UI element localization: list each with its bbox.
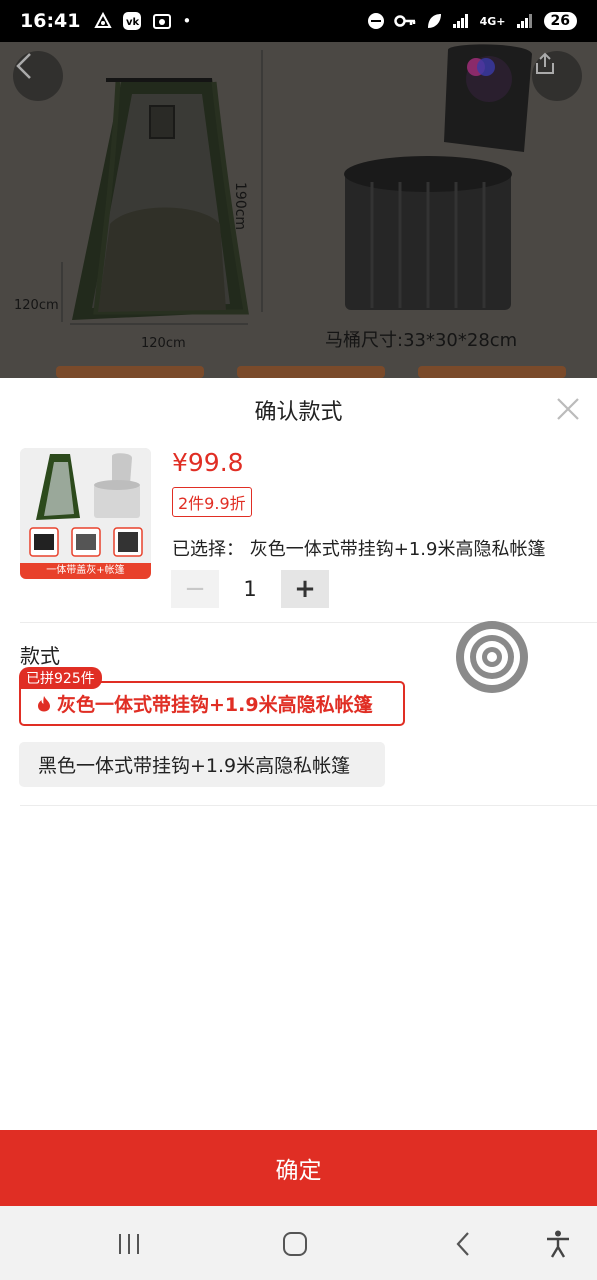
tent-width-label: 120cm [141,336,186,351]
floating-media-icon[interactable] [466,56,512,102]
style-option-gray[interactable]: 灰色一体式带挂钩+1.9米高隐私帐篷 已拼925件 [19,667,405,726]
selected-value: 灰色一体式带挂钩+1.9米高隐私帐篷 [249,539,546,560]
key-icon [393,15,415,27]
toilet-size-label: 马桶尺寸:33*30*28cm [325,330,518,351]
selected-label: 已选择： [172,539,244,560]
close-button[interactable] [552,393,584,425]
close-icon [557,398,579,420]
target-icon [456,621,528,693]
accessibility-icon [547,1230,569,1258]
selected-style-text: 已选择： 灰色一体式带挂钩+1.9米高隐私帐篷 [172,535,545,561]
tent-depth-label: 120cm [14,298,59,313]
signal-roaming-icon [516,14,532,28]
nav-back-button[interactable] [445,1226,481,1262]
style-option-black[interactable]: 黑色一体式带挂钩+1.9米高隐私帐篷 [19,742,385,787]
share-button[interactable] [532,51,582,101]
thumbnail-caption: 一体带盖灰+帐篷 [20,563,151,579]
svg-text:vk: vk [126,17,140,28]
recent-apps-icon [119,1234,139,1254]
do-not-disturb-icon [367,13,384,29]
home-button[interactable] [277,1226,313,1262]
recent-apps-button[interactable] [111,1226,147,1262]
price: ¥99.8 [172,448,244,477]
signal-icon [452,14,468,28]
product-image-overlay[interactable]: 190cm 120cm 120cm 马桶尺寸:33*30*28cm [0,42,597,378]
accessibility-button[interactable] [540,1226,576,1262]
leaf-icon [427,14,441,28]
style-option-black-label: 黑色一体式带挂钩+1.9米高隐私帐篷 [38,755,351,777]
home-icon [283,1232,307,1256]
status-bar: 16:41 vk • 4G+ 26 [0,0,597,42]
vk-icon: vk [123,12,142,30]
tent-height-label: 190cm [232,182,248,231]
quantity-value: 1 [243,577,257,601]
battery-level: 26 [543,12,577,30]
chevron-left-icon [16,53,31,79]
status-time: 16:41 [20,10,81,32]
floating-target-button[interactable] [455,620,529,694]
share-icon [536,52,554,74]
promo-badge: 2件9.9折 [172,487,252,517]
product-thumbnail-image [20,448,151,579]
back-button[interactable] [13,51,63,101]
increase-quantity-button[interactable]: + [281,570,329,608]
notification-app-icon [94,12,113,28]
sheet-title: 确认款式 [254,400,343,425]
decrease-quantity-button[interactable]: − [171,570,219,608]
quantity-stepper: − 1 + [171,570,329,608]
system-navigation-bar [0,1206,597,1280]
style-section-label: 款式 [20,644,60,668]
style-selection-sheet: 确认款式 一体带盖灰+帐篷 ¥99.8 2件9.9折 已选择： 灰色一体式带挂钩… [0,378,597,1206]
network-type: 4G+ [479,14,506,28]
camera-notification-icon [153,14,172,29]
product-thumbnail[interactable]: 一体带盖灰+帐篷 [20,448,151,579]
nav-back-icon [456,1232,469,1256]
dot-icon: • [182,12,192,30]
confirm-button[interactable]: 确定 [0,1130,597,1206]
status-notification-icons: vk • [94,11,191,31]
style-option-gray-label: 灰色一体式带挂钩+1.9米高隐私帐篷 [57,694,373,716]
joined-count-badge: 已拼925件 [19,667,102,689]
media-orb-icon [467,58,495,76]
flame-icon [38,696,50,712]
divider [20,805,597,806]
